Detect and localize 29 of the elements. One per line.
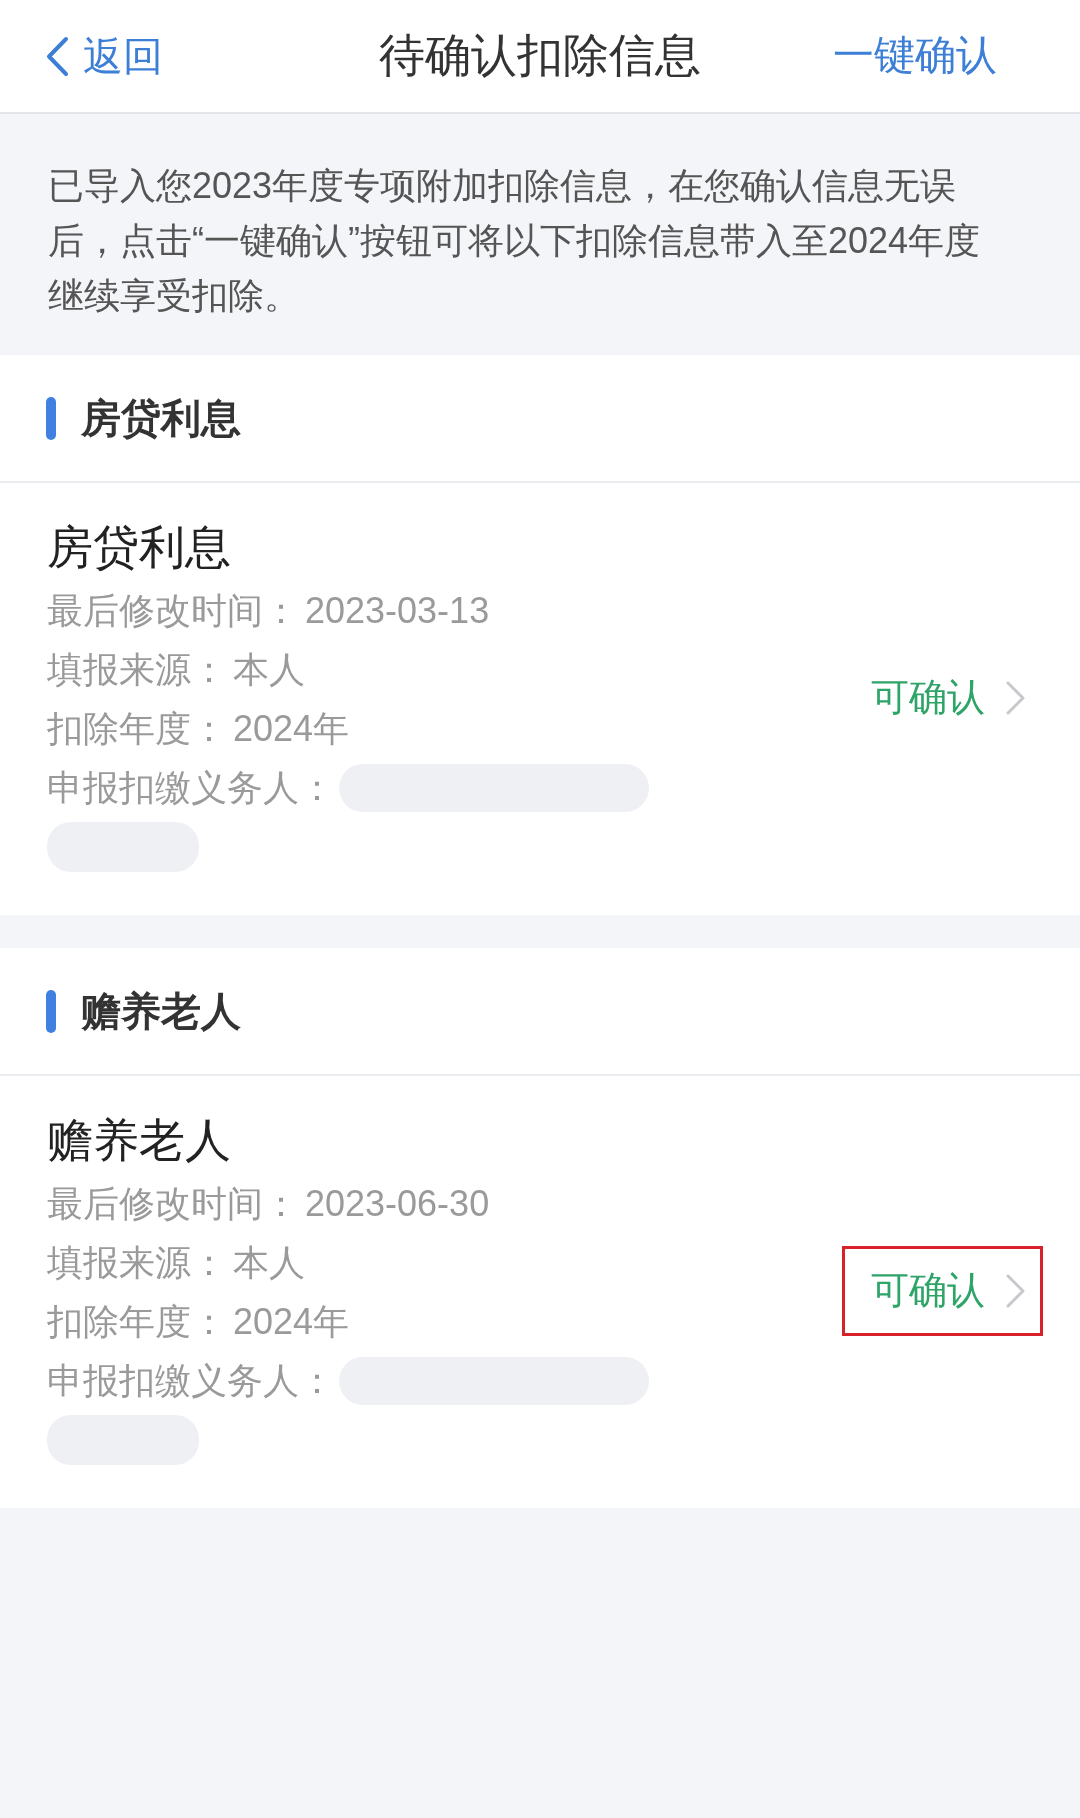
section-heading: 赡养老人 bbox=[81, 988, 241, 1035]
page-title: 待确认扣除信息 bbox=[379, 28, 701, 84]
chevron-right-icon bbox=[1005, 1272, 1026, 1309]
notice-text: 已导入您2023年度专项附加扣除信息，在您确认信息无误后，点击“一键确认”按钮可将以下扣除信息带入至2024年度继续享受扣除。 bbox=[48, 164, 982, 318]
field-label: 填报来源： bbox=[47, 647, 227, 692]
field-value: 2024年 bbox=[233, 706, 350, 751]
field-label: 扣除年度： bbox=[47, 706, 227, 751]
confirm-all-button[interactable]: 一键确认 bbox=[833, 31, 997, 81]
field-value: 2024年 bbox=[233, 1299, 350, 1344]
status-button[interactable]: 可确认 bbox=[842, 1245, 1043, 1336]
field-value: 2023-03-13 bbox=[305, 588, 490, 633]
section-heading: 房贷利息 bbox=[81, 395, 241, 442]
field-label: 申报扣缴义务人： bbox=[47, 765, 335, 810]
chevron-right-icon bbox=[1005, 679, 1026, 716]
field-label: 填报来源： bbox=[47, 1240, 227, 1285]
field-value: 2023-06-30 bbox=[305, 1181, 490, 1226]
field-label: 最后修改时间： bbox=[47, 588, 299, 633]
field-value: 本人 bbox=[233, 647, 305, 692]
field-label: 申报扣缴义务人： bbox=[47, 1358, 335, 1403]
item-title: 赡养老人 bbox=[47, 1113, 232, 1168]
status-button[interactable]: 可确认 bbox=[842, 652, 1043, 743]
back-button[interactable]: 返回 bbox=[45, 32, 163, 80]
item-title: 房贷利息 bbox=[47, 520, 232, 575]
field-label: 最后修改时间： bbox=[47, 1181, 299, 1226]
field-label: 扣除年度： bbox=[47, 1299, 227, 1344]
chevron-left-icon bbox=[45, 35, 69, 77]
accent-bar-icon bbox=[46, 989, 56, 1033]
field-value: 本人 bbox=[233, 1240, 305, 1285]
accent-bar-icon bbox=[46, 396, 56, 440]
